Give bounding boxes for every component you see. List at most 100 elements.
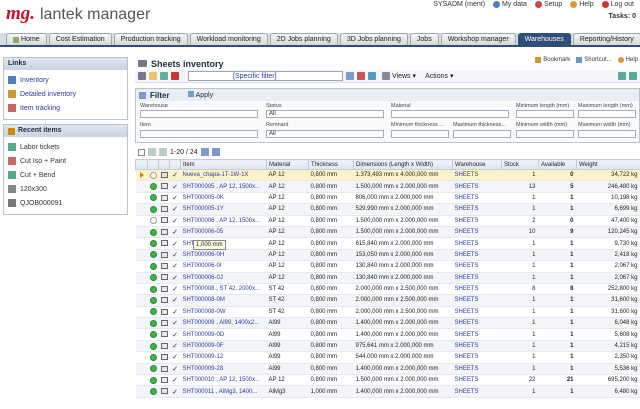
warehouse-cell[interactable]: SHEETS xyxy=(452,249,502,262)
table-row[interactable]: ✓ SHT000008 , ST 42, 2000x... ST 42 0,800 m… xyxy=(135,283,640,296)
first-page-button[interactable] xyxy=(148,148,156,156)
warehouse-cell[interactable]: SHEETS xyxy=(452,237,502,250)
setup-link[interactable]: Setup xyxy=(534,1,562,8)
tab-cost-estimation[interactable]: Cost Estimation xyxy=(48,33,112,45)
item-cell[interactable]: SHT000006-05 xyxy=(180,226,267,239)
warehouse-cell[interactable]: SHEETS xyxy=(452,283,502,296)
min-thickness-field[interactable] xyxy=(391,130,449,138)
select-all-checkbox[interactable] xyxy=(138,148,145,156)
table-row[interactable]: ✓ SHT000006 , AP 12, 1500x... AP 12 0,800 m… xyxy=(135,215,640,227)
recent-item-cut-bend[interactable]: Cut + Bend xyxy=(8,168,127,182)
warehouse-cell[interactable]: SHEETS xyxy=(452,294,502,307)
item-field[interactable] xyxy=(140,130,258,138)
item-cell[interactable]: SHT000006-0H xyxy=(180,249,267,262)
table-row[interactable]: ✓ SHT000008-0M ST 42 0,800 mm 2.000,000 mm x… xyxy=(135,294,640,307)
header-dimensions[interactable]: Dimensions (Length x Width) xyxy=(353,159,453,170)
warehouse-cell[interactable]: SHEETS xyxy=(452,340,502,353)
help-link[interactable]: Help xyxy=(570,1,594,8)
check-cell[interactable]: ✓ xyxy=(169,237,181,250)
item-cell[interactable]: SHT000008-0M xyxy=(180,294,267,307)
check-cell[interactable]: ✓ xyxy=(169,180,181,193)
tab-reporting-history[interactable]: Reporting/History xyxy=(572,33,640,45)
warehouse-cell[interactable]: SHEETS xyxy=(452,306,502,319)
item-cell[interactable]: SHT000008 , ST 42, 2000x... xyxy=(180,283,267,296)
check-cell[interactable]: ✓ xyxy=(169,260,181,273)
table-row[interactable]: ✓ SHT000009 , Al99, 1400x2... Al99 0,800 mm… xyxy=(135,317,640,330)
tasks-counter[interactable]: Tasks: 0 xyxy=(609,13,637,20)
item-cell[interactable]: SHT000009-28 xyxy=(180,363,267,376)
table-row[interactable]: ✓ SHT000009-0F Al99 0,800 mm 975,641 mm x 2.… xyxy=(135,340,640,353)
table-row[interactable]: ✓ SHT000008-0W ST 42 0,800 mm 2.000,000 mm x… xyxy=(135,306,640,319)
item-cell[interactable]: SHT000006 , AP 12, 1500x... xyxy=(180,215,267,227)
tab-warehouses[interactable]: Warehouses xyxy=(517,33,571,45)
max-length-field[interactable] xyxy=(578,110,636,118)
recent-item-qjob000091[interactable]: QJOB000091 xyxy=(8,196,127,210)
table-row[interactable]: ✓ SHT000005-1Y AP 12 0,800 mm 529,990 mm x 2… xyxy=(135,203,640,216)
item-cell[interactable]: SHT000010 , AP 12, 1500x... xyxy=(180,374,267,387)
table-row[interactable]: ✓ SHT000006-0I AP 12 0,800 mm 130,840 mm x 2… xyxy=(135,260,640,273)
apply-filter-button[interactable]: Apply xyxy=(187,91,213,99)
delete-icon[interactable] xyxy=(171,72,179,80)
sidebar-link-item-tracking[interactable]: Item tracking xyxy=(8,101,127,115)
export-icon[interactable] xyxy=(618,72,626,80)
check-cell[interactable]: ✓ xyxy=(169,192,181,205)
table-row[interactable]: ✓ SHT000010 , AP 12, 1500x... AP 12 0,800 m… xyxy=(135,374,640,387)
table-row[interactable]: ✓ SHT000006-0H AP 12 0,800 mm 153,050 mm x 2… xyxy=(135,249,640,262)
check-cell[interactable]: ✓ xyxy=(169,328,181,341)
max-thickness-field[interactable] xyxy=(453,130,511,138)
check-cell[interactable]: ✓ xyxy=(169,283,181,296)
min-length-field[interactable] xyxy=(516,110,574,118)
item-cell[interactable]: Nueva_chapa-1T-1W-1X xyxy=(180,169,267,182)
warehouse-cell[interactable]: SHEETS xyxy=(452,272,502,284)
item-cell[interactable]: SHT000005-1Y xyxy=(180,203,267,216)
check-cell[interactable]: ✓ xyxy=(169,169,181,182)
excel-icon[interactable] xyxy=(629,72,637,80)
header-stock[interactable]: Stock xyxy=(501,159,539,170)
item-cell[interactable]: SHT000008-0W xyxy=(180,306,267,319)
my-data-link[interactable]: My data xyxy=(493,1,527,8)
prev-page-button[interactable] xyxy=(159,148,167,156)
check-cell[interactable]: ✓ xyxy=(169,203,181,216)
check-cell[interactable]: ✓ xyxy=(169,226,181,239)
item-cell[interactable]: SHT000005-0K xyxy=(180,192,267,205)
warehouse-cell[interactable]: SHEETS xyxy=(452,260,502,273)
check-cell[interactable]: ✓ xyxy=(169,294,181,307)
edit-icon[interactable] xyxy=(160,72,168,80)
shortcut-button[interactable]: Shortcut... xyxy=(576,57,612,63)
warehouse-field[interactable] xyxy=(140,110,258,118)
header-material[interactable]: Material xyxy=(266,159,309,170)
check-cell[interactable]: ✓ xyxy=(169,249,181,262)
status-select[interactable]: All xyxy=(266,110,384,118)
check-cell[interactable]: ✓ xyxy=(169,317,181,330)
warehouse-cell[interactable]: SHEETS xyxy=(452,374,502,387)
page-help-button[interactable]: Help xyxy=(617,57,638,63)
table-row[interactable]: ✓ SHT000009-0D Al99 0,800 mm 1.400,000 mm x … xyxy=(135,328,640,341)
tab-jobs[interactable]: Jobs xyxy=(409,33,439,45)
header-available[interactable]: Available xyxy=(538,159,577,170)
table-row[interactable]: ✓ SHT000009-12 Al99 0,800 mm 544,000 mm x 2.… xyxy=(135,351,640,364)
warehouse-cell[interactable]: SHEETS xyxy=(452,180,502,193)
check-cell[interactable]: ✓ xyxy=(169,385,181,398)
tab-production-tracking[interactable]: Production tracking xyxy=(113,33,188,45)
next-page-button[interactable] xyxy=(200,148,209,156)
recent-item-labor-tickets[interactable]: Labor tickets xyxy=(8,140,127,154)
warehouse-cell[interactable]: SHEETS xyxy=(452,363,502,376)
item-cell[interactable]: SHT000006-0I xyxy=(180,260,267,273)
check-cell[interactable]: ✓ xyxy=(169,215,181,227)
warehouse-cell[interactable]: SHEETS xyxy=(452,226,502,239)
tab-home[interactable]: Home xyxy=(6,33,47,45)
header-warehouse[interactable]: Warehouse xyxy=(452,159,502,170)
check-cell[interactable]: ✓ xyxy=(169,363,181,376)
filter-icon[interactable] xyxy=(346,72,354,80)
bookmark-button[interactable]: Bookmark xyxy=(535,57,570,63)
table-row[interactable]: ✓ Nueva_chapa-1T-1W-1X AP 12 0,800 mm 1.373,… xyxy=(135,169,640,182)
sidebar-link-detailed-inventory[interactable]: Detailed inventory xyxy=(8,87,127,101)
last-page-button[interactable] xyxy=(211,148,220,156)
table-row[interactable]: ✓ SHT000005-0K AP 12 0,800 mm 806,000 mm x 2… xyxy=(135,192,640,205)
material-field[interactable] xyxy=(391,110,509,118)
tab-workshop-manager[interactable]: Workshop manager xyxy=(440,33,516,45)
warehouse-cell[interactable]: SHEETS xyxy=(452,317,502,330)
min-width-field[interactable] xyxy=(516,130,574,138)
check-cell[interactable]: ✓ xyxy=(169,340,181,353)
tab-2d-jobs-planning[interactable]: 2D Jobs planning xyxy=(269,33,338,45)
